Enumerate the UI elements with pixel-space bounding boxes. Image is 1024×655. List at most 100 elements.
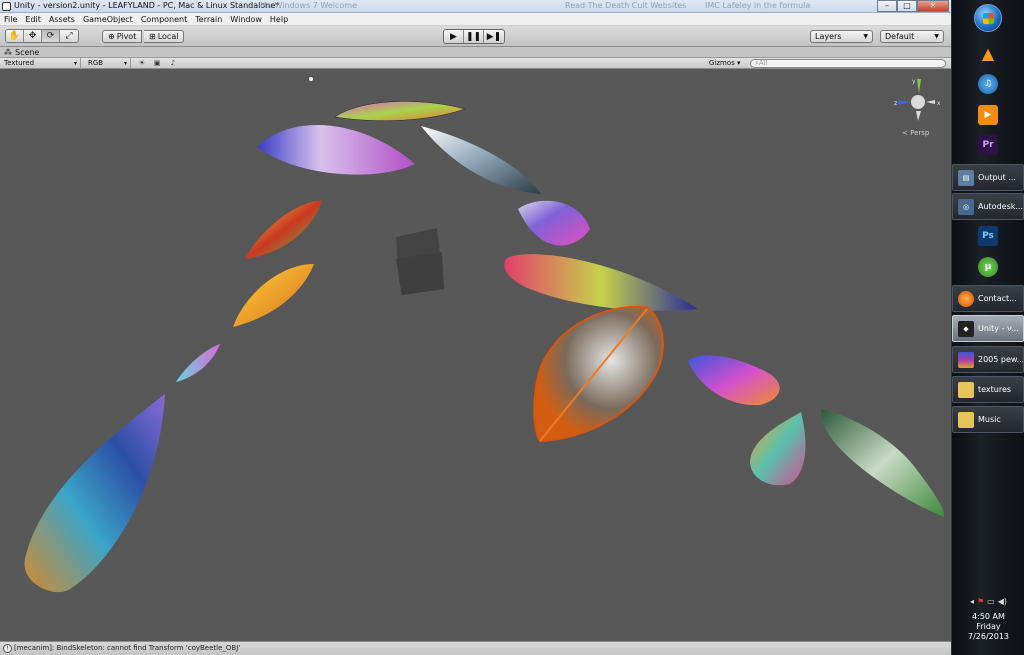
task-autodesk[interactable]: ◎ Autodesk...: [952, 193, 1024, 220]
axis-z-label: z: [894, 100, 897, 107]
leaf-small-red: [245, 200, 322, 259]
layout-dropdown[interactable]: Default ▼: [880, 30, 944, 43]
pivot-icon: ⊕: [108, 32, 115, 41]
axis-x-label: x: [937, 100, 941, 107]
task-unity[interactable]: ◆ Unity - v...: [952, 315, 1024, 342]
maximize-button[interactable]: □: [897, 0, 917, 12]
close-button[interactable]: ✕: [917, 0, 949, 12]
task-label: Music: [978, 415, 1001, 424]
volume-icon[interactable]: ◀): [998, 597, 1007, 609]
menu-file[interactable]: File: [4, 13, 17, 25]
scene-tab-label: Scene: [15, 48, 40, 57]
leaf-violet: [518, 200, 590, 246]
menu-component[interactable]: Component: [141, 13, 187, 25]
network-icon[interactable]: ▭: [987, 597, 995, 609]
menu-edit[interactable]: Edit: [25, 13, 41, 25]
menu-gameobject[interactable]: GameObject: [83, 13, 133, 25]
leaf-green: [821, 409, 945, 517]
premiere-icon[interactable]: Pr: [978, 135, 998, 155]
local-icon: ⊞: [149, 32, 156, 41]
render-mode-label: Textured: [4, 59, 35, 67]
render-mode-dropdown[interactable]: Textured ▾: [0, 58, 81, 69]
itunes-icon[interactable]: ♫: [978, 74, 998, 94]
winrar-icon: [958, 351, 974, 368]
chevron-down-icon: ▾: [73, 60, 77, 67]
menu-help[interactable]: Help: [270, 13, 288, 25]
clock-date: 7/26/2013: [967, 632, 1010, 641]
task-winrar[interactable]: 2005 pew...: [952, 346, 1024, 373]
menu-assets[interactable]: Assets: [49, 13, 75, 25]
unity-icon: ◆: [958, 320, 974, 337]
background-tab-title: IMC Lafeley in the formula: [705, 1, 811, 10]
leaf-small-round: [750, 412, 806, 486]
title-bar: Unity - version2.unity - LEAFYLAND - PC,…: [0, 0, 951, 13]
leaf-tiny: [176, 344, 220, 382]
tab-scene[interactable]: ⁂ Scene: [4, 47, 39, 58]
system-clock[interactable]: 4:50 AM Friday 7/26/2013: [952, 612, 1024, 642]
minimize-button[interactable]: –: [877, 0, 897, 12]
photoshop-icon[interactable]: Ps: [978, 226, 998, 246]
console-status-message[interactable]: [mecanim]: BindSkeleton: cannot find Tra…: [14, 644, 240, 652]
transform-tools: ✋ ✥ ⟳ ⤢: [5, 29, 79, 43]
system-tray: ◂ ⚑ ▭ ◀): [952, 597, 1024, 609]
scene-render: y z x: [24, 77, 945, 593]
leaf-multicolor: [688, 355, 780, 406]
unity-app-icon[interactable]: [2, 2, 11, 11]
scene-search-input[interactable]: ⌕All: [750, 59, 946, 68]
task-textures-folder[interactable]: textures: [952, 376, 1024, 403]
gizmos-dropdown[interactable]: Gizmos ▾: [709, 58, 741, 69]
info-icon: !: [3, 644, 12, 653]
scene-lighting-icon[interactable]: ☀: [135, 59, 149, 68]
leaf-large-blue: [24, 394, 166, 593]
show-hidden-icons-icon[interactable]: ◂: [970, 597, 974, 609]
leaf-orange-veined: [533, 305, 664, 443]
menu-window[interactable]: Window: [230, 13, 262, 25]
scene-toolbar: Textured ▾ RGB ▾ ☀ ▣ ♪ Gizmos ▾ ⌕All: [0, 58, 951, 69]
color-mode-dropdown[interactable]: RGB ▾: [84, 58, 131, 69]
gizmos-label: Gizmos: [709, 59, 735, 67]
task-label: Unity - v...: [978, 324, 1019, 333]
move-tool-icon[interactable]: ✥: [24, 30, 42, 42]
utorrent-icon[interactable]: µ: [978, 257, 998, 277]
rotate-tool-icon[interactable]: ⟳: [42, 30, 60, 42]
local-toggle[interactable]: ⊞ Local: [144, 30, 185, 43]
menu-terrain[interactable]: Terrain: [195, 13, 222, 25]
media-player-icon[interactable]: ▶: [978, 105, 998, 125]
task-label: Contact...: [978, 294, 1017, 303]
task-label: textures: [978, 385, 1012, 394]
scale-tool-icon[interactable]: ⤢: [60, 30, 78, 42]
task-firefox[interactable]: Contact...: [952, 285, 1024, 312]
search-placeholder: All: [758, 59, 768, 67]
windows-taskbar: ▲ ♫ ▶ Pr ▤ Output ... ◎ Autodesk... Ps µ…: [951, 0, 1024, 655]
scene-tab-row: ⁂ Scene: [0, 47, 951, 58]
leaf-top: [334, 101, 466, 121]
scene-icon: ⁂: [4, 48, 12, 57]
color-mode-label: RGB: [88, 59, 104, 67]
scene-image-icon[interactable]: ▣: [150, 59, 164, 68]
layout-label: Default: [885, 32, 915, 41]
task-output[interactable]: ▤ Output ...: [952, 164, 1024, 191]
pause-button[interactable]: ❚❚: [464, 30, 484, 43]
leaf-rainbow: [504, 254, 698, 311]
menu-bar: File Edit Assets GameObject Component Te…: [0, 13, 951, 26]
clock-day: Friday: [976, 622, 1001, 631]
play-button[interactable]: ▶: [444, 30, 464, 43]
autodesk-icon: ◎: [958, 198, 974, 215]
hand-tool-icon[interactable]: ✋: [6, 30, 24, 42]
scene-viewport[interactable]: y z x ≺ Persp: [0, 69, 951, 641]
pivot-toggle[interactable]: ⊕ Pivot: [102, 30, 143, 43]
status-bar: ! [mecanim]: BindSkeleton: cannot find T…: [0, 641, 951, 655]
task-music-folder[interactable]: Music: [952, 406, 1024, 433]
action-center-icon[interactable]: ⚑: [977, 597, 984, 609]
step-button[interactable]: ▶❚: [484, 30, 504, 43]
chevron-down-icon: ▼: [863, 33, 868, 40]
orientation-gizmo: y z x: [894, 78, 941, 121]
perspective-label[interactable]: ≺ Persp: [902, 129, 929, 137]
layers-dropdown[interactable]: Layers ▼: [810, 30, 873, 43]
firefox-icon: [958, 290, 974, 307]
vlc-icon[interactable]: ▲: [978, 43, 998, 63]
folder-icon: [958, 381, 974, 398]
start-button[interactable]: [974, 4, 1002, 32]
scene-audio-icon[interactable]: ♪: [166, 59, 180, 68]
leaf-white-gray: [421, 126, 541, 194]
